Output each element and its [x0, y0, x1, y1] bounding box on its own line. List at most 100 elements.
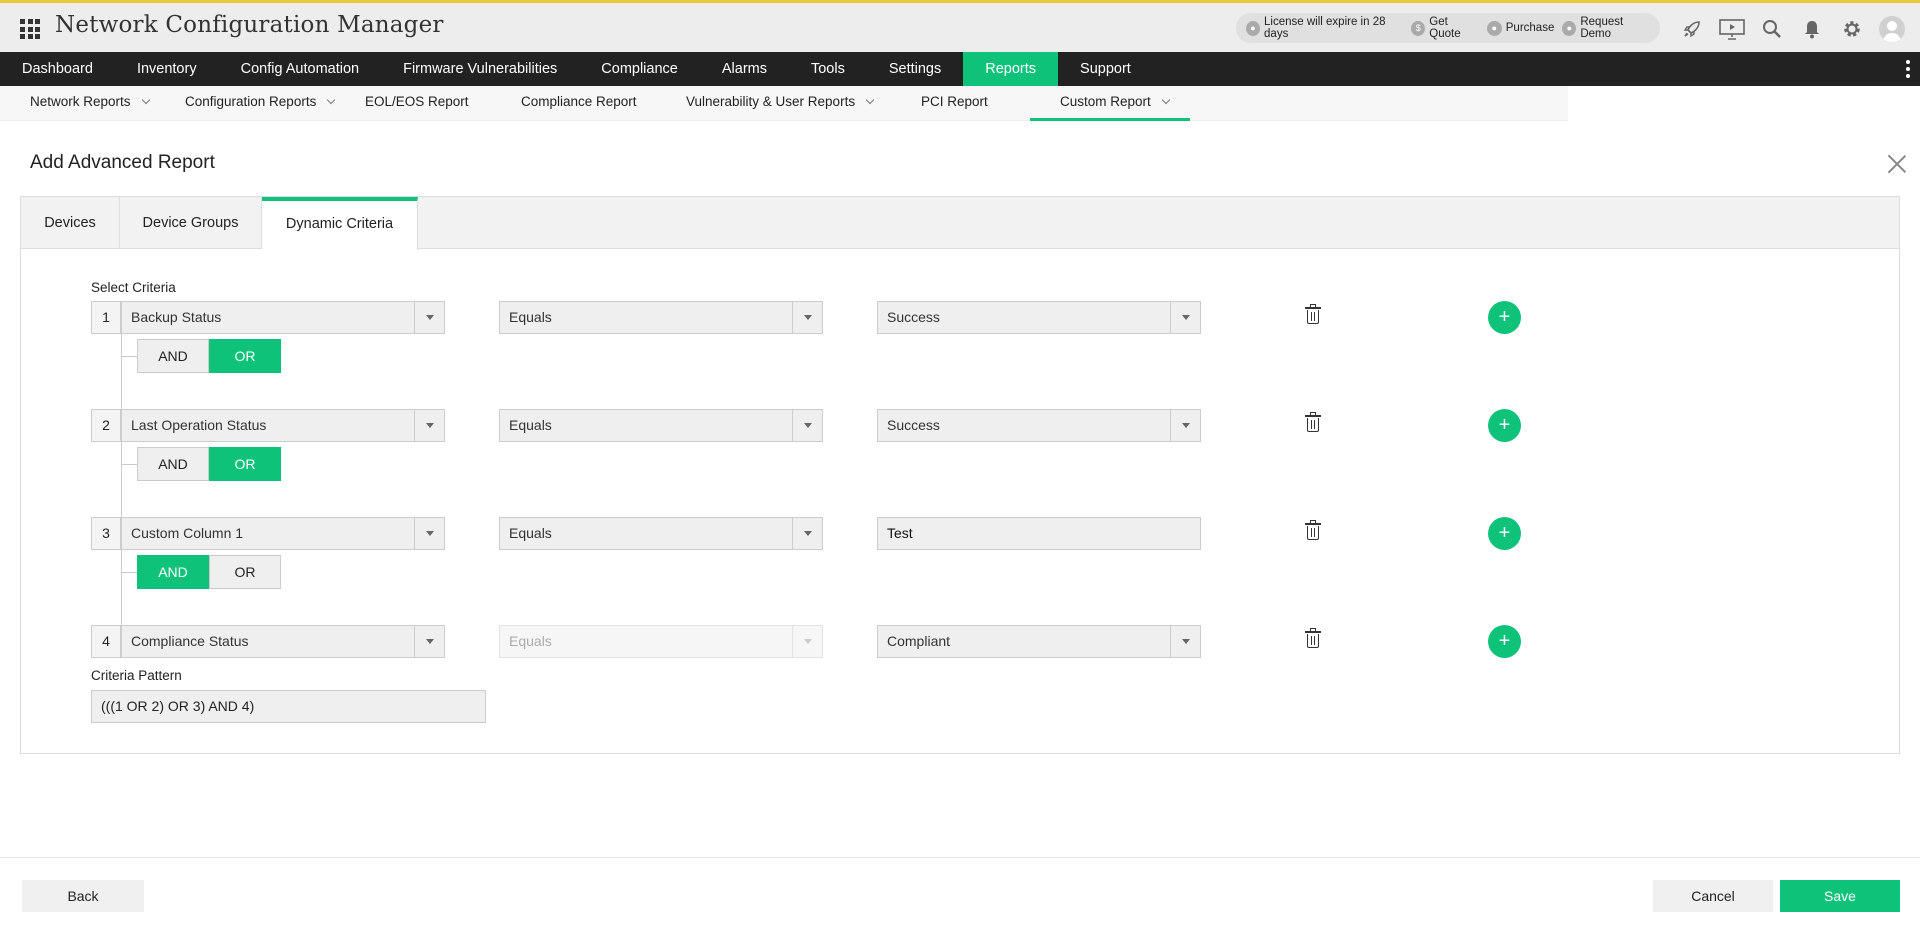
user-menu[interactable] — [1872, 15, 1912, 43]
cancel-button[interactable]: Cancel — [1653, 880, 1773, 912]
select-value: Equals — [509, 633, 552, 649]
criteria-operator-select: Equals — [499, 625, 823, 658]
select-value: Backup Status — [131, 309, 222, 325]
subnav-compliance-report[interactable]: Compliance Report — [491, 86, 656, 121]
criteria-field-select[interactable]: Backup Status — [121, 301, 445, 334]
select-value: Custom Column 1 — [131, 525, 244, 541]
nav-tools[interactable]: Tools — [789, 52, 867, 86]
subnav-eol-eos-report[interactable]: EOL/EOS Report — [335, 86, 491, 121]
select-value: Equals — [509, 417, 552, 433]
chevron-down-icon — [414, 410, 444, 441]
criteria-field-select[interactable]: Compliance Status — [121, 625, 445, 658]
add-criteria-button[interactable]: + — [1488, 409, 1521, 442]
and-option[interactable]: AND — [137, 339, 209, 373]
save-button[interactable]: Save — [1780, 880, 1900, 912]
tab-devices[interactable]: Devices — [21, 197, 120, 249]
subnav-pci-report[interactable]: PCI Report — [891, 86, 1030, 121]
tab-bar: Devices Device Groups Dynamic Criteria — [21, 197, 1899, 250]
license-item: ● License will expire in 28 days — [1246, 16, 1403, 40]
purchase-link[interactable]: ● Purchase — [1486, 20, 1554, 36]
bell-icon[interactable] — [1792, 15, 1832, 43]
criteria-field-select[interactable]: Custom Column 1 — [121, 517, 445, 550]
chevron-down-icon — [792, 626, 822, 657]
criteria-row: 4 Compliance Status Equals Compliant + — [91, 625, 1891, 658]
presentation-icon[interactable] — [1712, 15, 1752, 43]
rocket-icon[interactable] — [1672, 15, 1712, 43]
or-option[interactable]: OR — [209, 339, 281, 373]
criteria-pattern-input[interactable]: (((1 OR 2) OR 3) AND 4) — [91, 690, 486, 723]
connector-line — [121, 356, 137, 357]
tab-device-groups[interactable]: Device Groups — [120, 197, 262, 249]
criteria-value-input[interactable]: Test — [877, 517, 1201, 550]
or-option[interactable]: OR — [209, 447, 281, 481]
nav-dashboard[interactable]: Dashboard — [0, 52, 115, 86]
chevron-down-icon — [792, 302, 822, 333]
nav-reports[interactable]: Reports — [963, 52, 1059, 86]
or-option[interactable]: OR — [209, 555, 281, 589]
chevron-down-icon — [414, 302, 444, 333]
criteria-field-select[interactable]: Last Operation Status — [121, 409, 445, 442]
nav-compliance[interactable]: Compliance — [579, 52, 700, 86]
subnav-label: EOL/EOS Report — [365, 94, 469, 109]
select-criteria-label: Select Criteria — [91, 280, 176, 295]
close-icon[interactable] — [1885, 152, 1909, 176]
chevron-down-icon — [1170, 626, 1200, 657]
criteria-operator-select[interactable]: Equals — [499, 301, 823, 334]
connector-toggle: AND OR — [137, 555, 281, 589]
more-vertical-icon[interactable] — [1906, 60, 1910, 81]
dollar-icon: $ — [1411, 20, 1426, 36]
subnav-configuration-reports[interactable]: Configuration Reports — [155, 86, 336, 121]
chevron-down-icon — [414, 626, 444, 657]
select-value: Last Operation Status — [131, 417, 267, 433]
subnav-vulnerability-user-reports[interactable]: Vulnerability & User Reports — [656, 86, 891, 121]
criteria-value-select[interactable]: Success — [877, 409, 1201, 442]
chevron-down-icon — [414, 518, 444, 549]
subnav-label: Custom Report — [1060, 94, 1151, 109]
connector-toggle: AND OR — [137, 447, 281, 481]
connector-line — [121, 464, 137, 465]
chevron-down-icon — [1170, 302, 1200, 333]
trash-icon[interactable] — [1305, 412, 1321, 433]
search-icon[interactable] — [1752, 15, 1792, 43]
trash-icon[interactable] — [1305, 520, 1321, 541]
chevron-down-icon — [141, 95, 150, 105]
back-button[interactable]: Back — [22, 880, 144, 912]
criteria-row: 3 Custom Column 1 Equals Test + — [91, 517, 1891, 550]
nav-inventory[interactable]: Inventory — [115, 52, 219, 86]
nav-firmware-vulnerabilities[interactable]: Firmware Vulnerabilities — [381, 52, 579, 86]
subnav-network-reports[interactable]: Network Reports — [0, 86, 155, 121]
subnav-custom-report[interactable]: Custom Report — [1030, 86, 1190, 121]
get-quote-link[interactable]: $ Get Quote — [1411, 16, 1478, 40]
gear-icon[interactable] — [1832, 15, 1872, 43]
page-title: Add Advanced Report — [30, 152, 215, 173]
cart-icon: ● — [1486, 20, 1502, 36]
nav-support[interactable]: Support — [1058, 52, 1153, 86]
criteria-row: 1 Backup Status Equals Success + — [91, 301, 1891, 334]
and-option[interactable]: AND — [137, 447, 209, 481]
criteria-row-number: 1 — [91, 301, 121, 334]
nav-alarms[interactable]: Alarms — [700, 52, 789, 86]
add-criteria-button[interactable]: + — [1488, 301, 1521, 334]
criteria-row-number: 4 — [91, 625, 121, 658]
tab-dynamic-criteria[interactable]: Dynamic Criteria — [262, 197, 418, 250]
criteria-operator-select[interactable]: Equals — [499, 517, 823, 550]
criteria-row-number: 3 — [91, 517, 121, 550]
add-criteria-button[interactable]: + — [1488, 625, 1521, 658]
nav-config-automation[interactable]: Config Automation — [219, 52, 382, 86]
criteria-row-number: 2 — [91, 409, 121, 442]
trash-icon[interactable] — [1305, 628, 1321, 649]
request-demo-link[interactable]: ● Request Demo — [1562, 16, 1652, 40]
criteria-value-select[interactable]: Compliant — [877, 625, 1201, 658]
and-option[interactable]: AND — [137, 555, 209, 589]
apps-grid-icon[interactable] — [20, 19, 40, 39]
criteria-value-select[interactable]: Success — [877, 301, 1201, 334]
nav-settings[interactable]: Settings — [867, 52, 963, 86]
demo-icon: ● — [1562, 20, 1577, 36]
criteria-operator-select[interactable]: Equals — [499, 409, 823, 442]
chevron-down-icon — [865, 95, 875, 105]
license-text: License will expire in 28 days — [1264, 16, 1386, 40]
add-criteria-button[interactable]: + — [1488, 517, 1521, 550]
subnav-label: Network Reports — [30, 94, 131, 109]
trash-icon[interactable] — [1305, 304, 1321, 325]
subnav-label: Configuration Reports — [185, 94, 317, 109]
